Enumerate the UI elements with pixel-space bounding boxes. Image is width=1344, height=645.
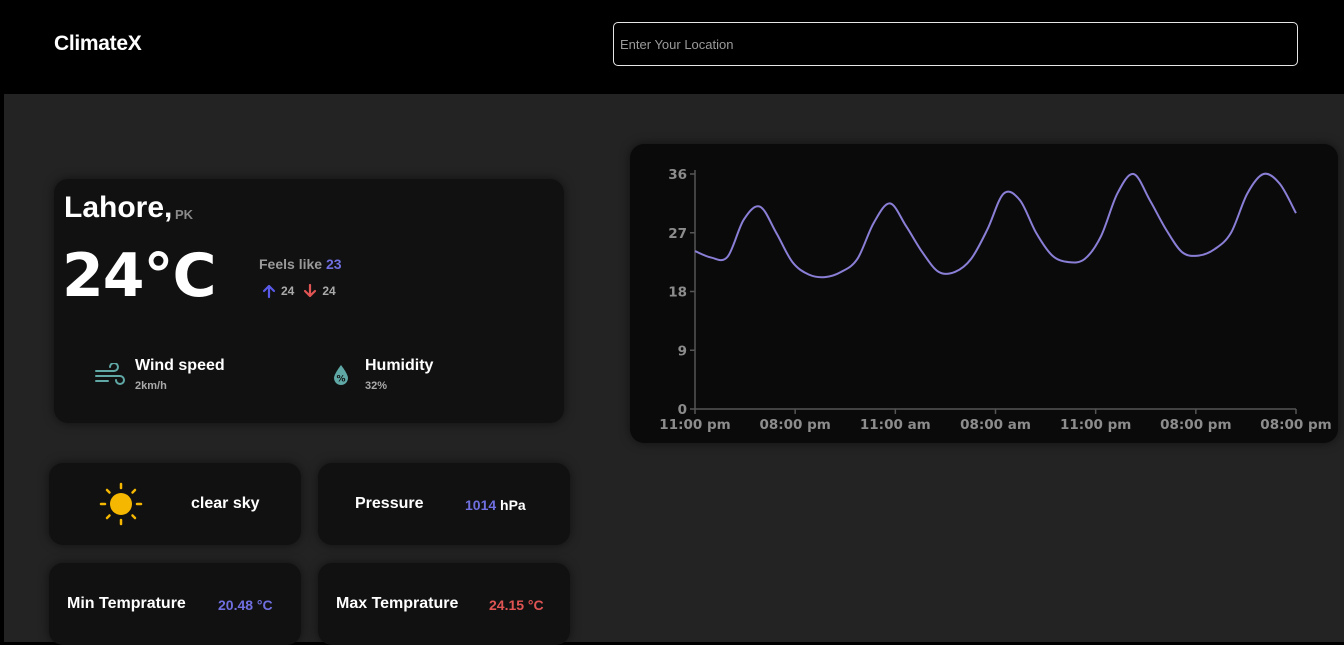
- y-tick-label: 0: [678, 402, 687, 418]
- page: ClimateX Lahore, PK 24°C Feels like 23 2…: [4, 0, 1344, 645]
- svg-text:%: %: [336, 375, 345, 385]
- header: ClimateX: [4, 0, 1344, 94]
- city-name: Lahore,: [64, 191, 173, 224]
- condition-text: clear sky: [191, 495, 260, 512]
- x-tick-label: 08:00 am: [960, 417, 1031, 433]
- min-value: 24: [322, 284, 336, 298]
- min-temp-label: Min Temprature: [67, 595, 186, 612]
- feels-like: Feels like 23: [259, 256, 342, 272]
- temperature-chart-card: 0 9 18 27 36 11:00 pm 08:00 pm 11:00 am 08:00 am…: [630, 144, 1338, 443]
- wind-speed: Wind speed 2km/h: [135, 357, 225, 392]
- arrow-up-icon: [262, 284, 276, 299]
- brand-logo[interactable]: ClimateX: [54, 32, 142, 56]
- sun-icon: [99, 482, 143, 526]
- humidity: Humidity 32%: [365, 357, 433, 392]
- max-value: 24: [281, 284, 295, 298]
- pressure-value: 1014: [465, 497, 497, 513]
- pressure-card: Pressure 1014 hPa: [318, 463, 570, 545]
- pressure-unit: hPa: [500, 497, 526, 513]
- x-tick-label: 11:00 pm: [1060, 417, 1131, 433]
- wind-icon: [95, 363, 125, 385]
- temperature-chart: 0 9 18 27 36 11:00 pm 08:00 pm 11:00 am 08:00 am…: [659, 167, 1331, 433]
- current-weather-card: Lahore, PK 24°C Feels like 23 24 24 Wind…: [54, 179, 564, 423]
- x-tick-label: 11:00 pm: [659, 417, 730, 433]
- max-temp-value: 24.15 °C: [489, 597, 544, 613]
- country-code: PK: [175, 207, 194, 222]
- x-tick-label: 11:00 am: [860, 417, 931, 433]
- y-tick-label: 36: [668, 167, 687, 183]
- wind-speed-value: 2km/h: [135, 380, 167, 392]
- x-tick-label: 08:00 pm: [1160, 417, 1231, 433]
- wind-speed-label: Wind speed: [135, 357, 225, 374]
- min-temp-value: 20.48 °C: [218, 597, 273, 613]
- humidity-label: Humidity: [365, 357, 434, 374]
- droplet-percent-icon: %: [334, 365, 348, 385]
- pressure-reading: 1014 hPa: [465, 497, 526, 513]
- humidity-value: 32%: [365, 380, 388, 392]
- min-temp-card: Min Temprature 20.48 °C: [49, 563, 301, 645]
- temperature-line: [694, 172, 1297, 279]
- feels-like-label: Feels like: [259, 256, 323, 272]
- feels-like-value: 23: [325, 256, 342, 272]
- y-tick-label: 27: [668, 226, 687, 242]
- condition-card: clear sky: [49, 463, 301, 545]
- x-tick-label: 08:00 pm: [1260, 417, 1331, 433]
- max-temp-label: Max Temprature: [336, 595, 459, 612]
- y-tick-label: 9: [678, 343, 687, 359]
- max-temp-card: Max Temprature 24.15 °C: [318, 563, 570, 645]
- current-temperature: 24°C: [62, 241, 217, 311]
- x-tick-label: 08:00 pm: [759, 417, 830, 433]
- min-max-row: 24 24: [261, 283, 336, 299]
- location-search-input[interactable]: [613, 22, 1298, 66]
- y-tick-label: 18: [668, 285, 687, 301]
- pressure-label: Pressure: [355, 495, 424, 512]
- arrow-down-icon: [304, 283, 317, 298]
